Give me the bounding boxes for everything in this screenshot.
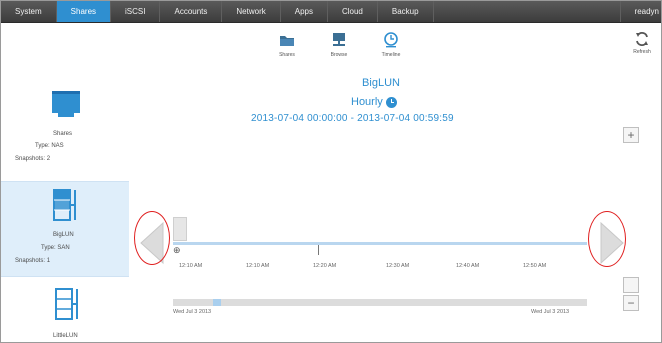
nas-volume-icon <box>52 91 80 117</box>
browse-view-label: Browse <box>330 52 348 58</box>
timeline-view-button[interactable]: Timeline <box>369 31 413 58</box>
volume-item-shares[interactable]: Shares Type: NAS Snapshots: 2 <box>1 79 129 179</box>
volume-type: Type: SAN <box>41 245 70 251</box>
clock-icon <box>384 32 398 48</box>
scroll-start-date: Wed Jul 3 2013 <box>173 309 212 315</box>
refresh-icon <box>636 32 648 46</box>
cursor-icon: ⊕ <box>173 245 181 255</box>
nav-tab-shares[interactable]: Shares <box>56 1 112 22</box>
timeline-view-label: Timeline <box>381 52 401 58</box>
timeline-label: 12:10 AM <box>179 263 203 269</box>
clock-icon <box>385 96 397 108</box>
timeline-label: 12:10 AM <box>246 263 270 269</box>
top-nav: System Shares iSCSI Accounts Network App… <box>1 1 661 23</box>
browse-view-button[interactable]: Browse <box>317 31 361 58</box>
browse-icon <box>333 33 345 46</box>
next-arrow-icon[interactable] <box>595 221 625 265</box>
volume-snapshots: Snapshots: 1 <box>15 258 51 264</box>
timeline-label: 12:40 AM <box>456 263 480 269</box>
san-volume-icon <box>55 288 78 320</box>
zoom-out-button[interactable]: − <box>623 295 639 311</box>
volume-item-biglun[interactable]: BigLUN Type: SAN Snapshots: 1 <box>1 181 129 277</box>
volume-name: LittleLUN <box>53 333 78 339</box>
scrollbar-thumb[interactable] <box>213 299 221 306</box>
volume-list: Shares Type: NAS Snapshots: 2 BigLUN Typ… <box>1 79 129 342</box>
time-range: 2013-07-04 00:00:00 - 2013-07-04 00:59:5… <box>251 113 454 124</box>
folder-icon <box>280 36 294 46</box>
scroll-end-date: Wed Jul 3 2013 <box>531 309 570 315</box>
shares-view-label: Shares <box>279 52 295 58</box>
timeline-label: 12:30 AM <box>386 263 410 269</box>
timeline-label: 12:50 AM <box>523 263 547 269</box>
volume-item-littlelun[interactable]: LittleLUN <box>1 279 129 342</box>
timeline-handle[interactable] <box>173 217 187 241</box>
timeline-label: 12:20 AM <box>313 263 337 269</box>
timeline-scrollbar[interactable] <box>173 299 587 306</box>
nav-tab-accounts[interactable]: Accounts <box>160 1 223 22</box>
nav-tab-network[interactable]: Network <box>222 1 281 22</box>
view-toolbar: Shares Browse Timeline <box>265 31 413 58</box>
frequency-label: Hourly <box>351 96 383 108</box>
snapshot-frequency[interactable]: Hourly <box>351 96 397 108</box>
volume-title: BigLUN <box>362 77 400 89</box>
zoom-in-button[interactable]: + <box>623 127 639 143</box>
volume-snapshots: Snapshots: 2 <box>15 156 51 162</box>
volume-type: Type: NAS <box>35 143 64 149</box>
refresh-button[interactable]: Refresh <box>629 31 655 55</box>
timeline-tick <box>318 245 319 255</box>
nav-tab-apps[interactable]: Apps <box>281 1 328 22</box>
shares-view-button[interactable]: Shares <box>265 31 309 58</box>
timeline-track[interactable] <box>173 242 587 245</box>
volume-name: Shares <box>53 131 73 137</box>
app-window: System Shares iSCSI Accounts Network App… <box>0 0 662 343</box>
nav-tab-backup[interactable]: Backup <box>378 1 434 22</box>
nav-tab-cloud[interactable]: Cloud <box>328 1 378 22</box>
san-volume-icon <box>53 189 76 221</box>
nav-tab-system[interactable]: System <box>1 1 57 22</box>
previous-arrow-icon[interactable] <box>139 221 169 265</box>
zoom-slot[interactable] <box>623 277 639 293</box>
nav-tab-iscsi[interactable]: iSCSI <box>111 1 161 22</box>
refresh-label: Refresh <box>633 49 651 55</box>
device-name-menu[interactable]: readyn <box>619 1 661 22</box>
